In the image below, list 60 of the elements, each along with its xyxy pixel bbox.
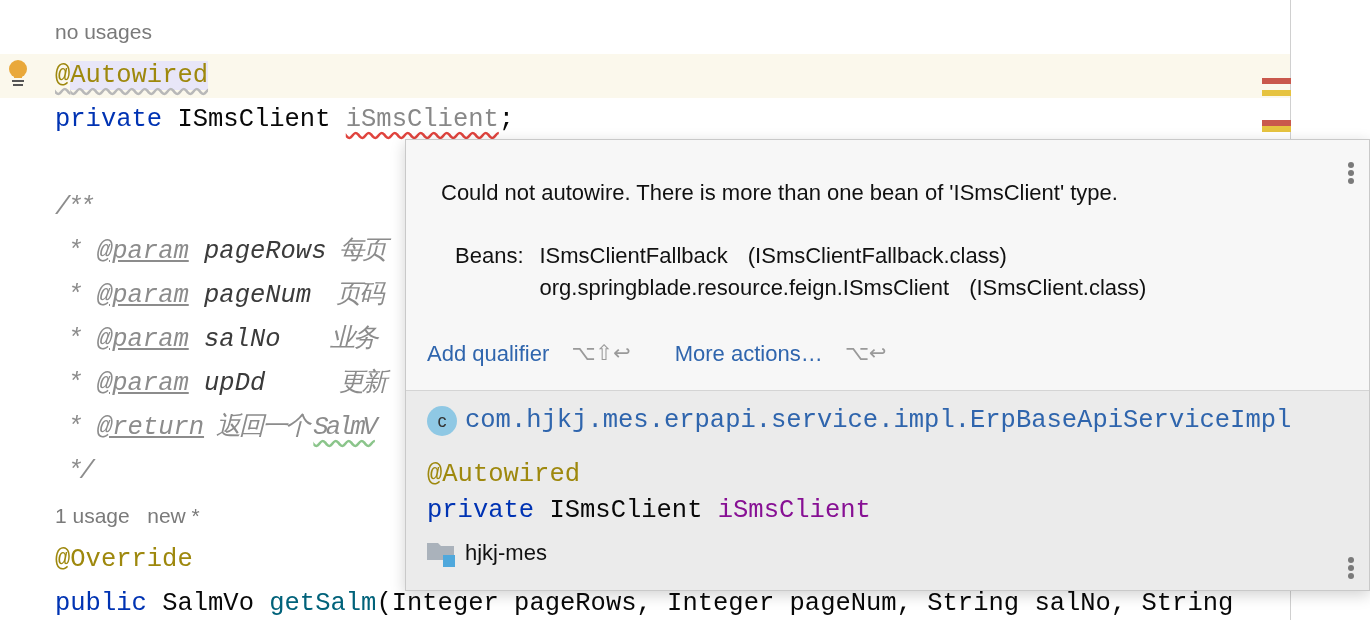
code-token: ISmsClient bbox=[176, 104, 332, 134]
code-token: iSmsClient bbox=[717, 494, 871, 527]
error-stripe-mark[interactable] bbox=[1262, 120, 1291, 126]
usage-hint[interactable]: no usages bbox=[55, 16, 152, 48]
shortcut-hint: ⌥↩ bbox=[844, 339, 887, 367]
code-token: /** bbox=[55, 192, 94, 222]
code-token: 业务 bbox=[328, 324, 379, 354]
code-token: pageRows bbox=[203, 236, 327, 266]
code-token: @return bbox=[96, 412, 205, 442]
usage-hint[interactable]: 1 usage new * bbox=[55, 500, 200, 532]
module-name: hjkj-mes bbox=[465, 538, 547, 567]
code-token: 页码 bbox=[334, 280, 385, 310]
code-token: @param bbox=[96, 280, 189, 310]
code-token: salNo bbox=[203, 324, 281, 354]
bean-name: ISmsClientFallback bbox=[539, 241, 728, 270]
code-token: @param bbox=[96, 368, 189, 398]
code-token: * bbox=[66, 280, 82, 310]
code-token: Autowired bbox=[70, 60, 209, 90]
code-token: SalmV bbox=[313, 412, 380, 442]
code-token: getSalm bbox=[269, 588, 377, 618]
code-token: ISmsClient bbox=[548, 494, 704, 527]
code-token: * bbox=[66, 412, 82, 442]
code-token: @Override bbox=[55, 544, 193, 574]
code-token: */ bbox=[66, 456, 95, 486]
code-token: iSmsClient bbox=[345, 104, 499, 134]
error-message: Could not autowire. There is more than one bean of 'ISmsClient' type. bbox=[441, 179, 1119, 207]
code-token: SalmVo bbox=[161, 588, 255, 618]
module-folder-icon bbox=[427, 540, 457, 567]
error-stripe-mark[interactable] bbox=[1262, 90, 1291, 96]
more-options-icon[interactable] bbox=[1347, 556, 1355, 580]
code-token: pageNum bbox=[203, 280, 312, 310]
code-token: @ bbox=[55, 60, 71, 90]
action-link[interactable]: More actions… bbox=[674, 337, 823, 370]
code-token: @Autowired bbox=[427, 458, 581, 491]
code-token: * bbox=[66, 236, 82, 266]
bean-file: (ISmsClientFallback.class) bbox=[747, 241, 1007, 270]
code-token: 更新 bbox=[265, 368, 391, 398]
error-stripe-mark[interactable] bbox=[1262, 78, 1291, 84]
code-token: ; bbox=[498, 104, 515, 134]
error-stripe-mark[interactable] bbox=[1262, 126, 1291, 132]
code-token: * bbox=[66, 324, 82, 354]
code-token: private bbox=[427, 494, 535, 527]
code-token: 每页 bbox=[326, 236, 390, 266]
code-token: private bbox=[55, 104, 163, 134]
code-token: public bbox=[55, 588, 147, 618]
action-link[interactable]: Add qualifier bbox=[427, 337, 550, 370]
code-token: @param bbox=[96, 324, 189, 354]
more-options-icon[interactable] bbox=[1347, 160, 1355, 185]
bean-file: (ISmsClient.class) bbox=[969, 273, 1147, 302]
code-token: 返回一个 bbox=[215, 412, 312, 442]
beans-label: Beans: bbox=[455, 241, 524, 270]
code-token: * bbox=[66, 368, 82, 398]
class-name[interactable]: com.hjkj.mes.erpapi.service.impl.ErpBaseApiServiceImpl bbox=[465, 401, 1292, 441]
code-token: @param bbox=[96, 236, 189, 266]
lightbulb-icon[interactable] bbox=[7, 60, 29, 88]
code-token: upDd bbox=[203, 368, 266, 398]
shortcut-hint: ⌥⇧↩ bbox=[571, 339, 631, 367]
code-token: (Integer pageRows, Integer pageNum, String salNo, String bbox=[376, 588, 1234, 618]
bean-name: org.springblade.resource.feign.ISmsClient bbox=[539, 273, 950, 302]
class-icon: c bbox=[427, 406, 457, 436]
